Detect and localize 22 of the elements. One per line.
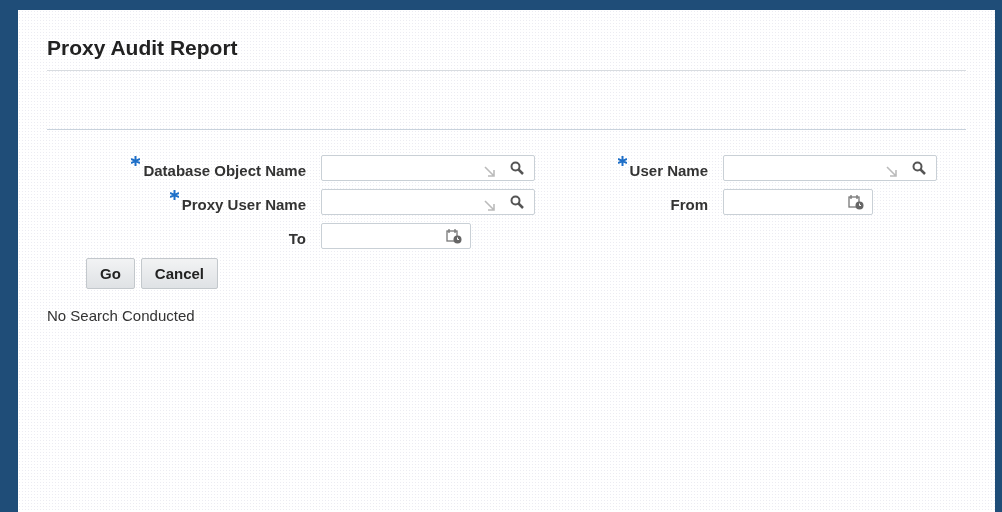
resize-arrow-icon	[886, 166, 898, 178]
calendar-icon[interactable]	[446, 228, 462, 244]
input-field[interactable]	[321, 155, 535, 181]
cancel-button[interactable]: Cancel	[140, 258, 219, 289]
go-button[interactable]: Go	[86, 258, 135, 289]
input-field[interactable]	[723, 189, 873, 215]
page-title: Proxy Audit Report	[47, 36, 966, 71]
search-icon[interactable]	[912, 161, 926, 175]
field-label: From	[670, 194, 708, 213]
field-label: Proxy User Name	[181, 194, 306, 213]
status-message: No Search Conducted	[47, 307, 196, 324]
search-icon[interactable]	[510, 195, 524, 209]
input-field[interactable]	[321, 223, 471, 249]
resize-arrow-icon	[484, 166, 496, 178]
field-label: To	[288, 228, 306, 247]
calendar-icon[interactable]	[848, 194, 864, 210]
field-label: Database Object Name	[143, 160, 306, 179]
field-label: User Name	[629, 160, 708, 179]
input-field[interactable]	[723, 155, 937, 181]
input-field[interactable]	[321, 189, 535, 215]
search-icon[interactable]	[510, 161, 524, 175]
resize-arrow-icon	[484, 200, 496, 212]
